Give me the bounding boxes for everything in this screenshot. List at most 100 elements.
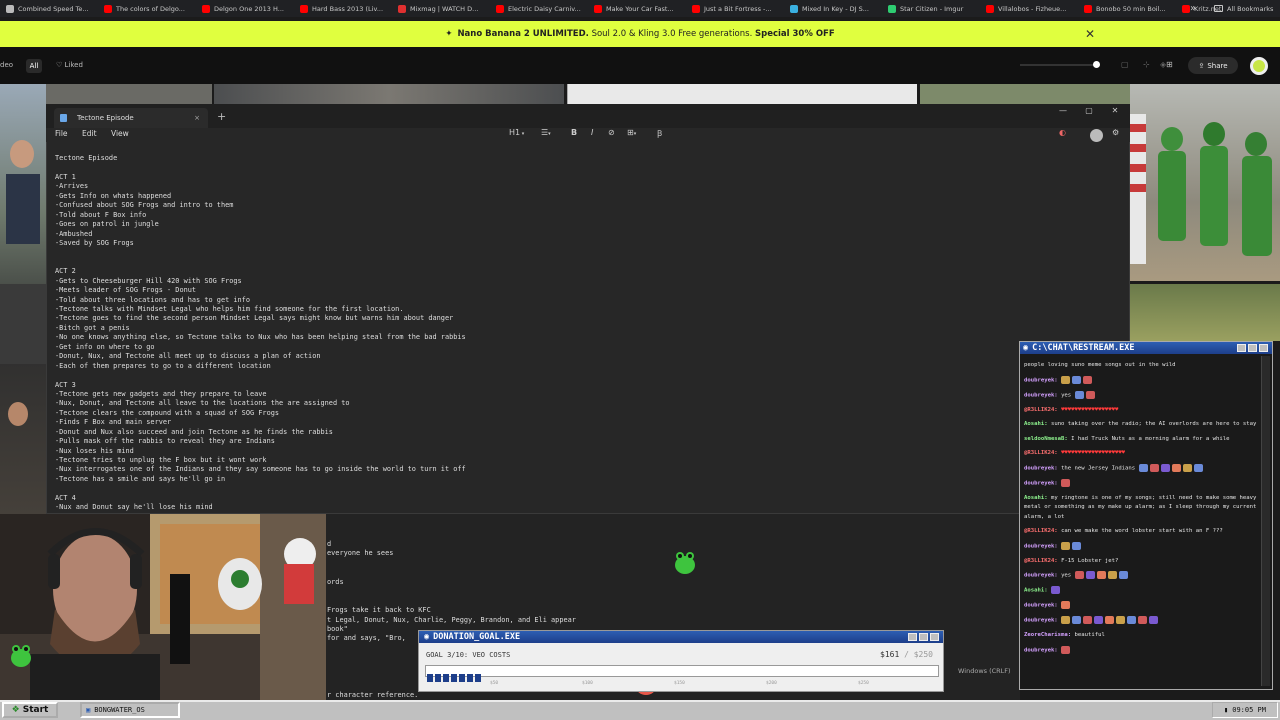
chat-username[interactable]: doubreyek: (1024, 392, 1058, 398)
menu-view[interactable]: View (111, 129, 129, 138)
progress-segment (467, 674, 473, 682)
chat-scrollbar[interactable] (1261, 356, 1270, 686)
clear-format-icon[interactable]: Ꞵ (657, 128, 662, 140)
filter-video-label[interactable]: deo (0, 61, 13, 69)
settings-gear-icon[interactable]: ⚙ (1112, 128, 1119, 140)
copilot-icon[interactable]: ◐ (1059, 128, 1066, 140)
chat-username[interactable]: doubreyek: (1024, 603, 1058, 609)
account-avatar[interactable] (1090, 129, 1103, 142)
avatar[interactable] (1250, 57, 1268, 75)
chat-message: doubreyek: yes (1024, 571, 1260, 581)
line-ending-status[interactable]: Windows (CRLF) (958, 667, 1011, 675)
chat-username[interactable]: doubreyek: (1024, 543, 1058, 549)
heading-dropdown[interactable]: H1 ▾ (509, 128, 524, 140)
donation-close-icon[interactable] (930, 633, 939, 641)
chat-message: @R3LLIK24: F-15 Lobster jet? (1024, 557, 1260, 567)
gallery-photo-1[interactable] (46, 84, 212, 104)
maximize-icon[interactable]: ▢ (1076, 104, 1102, 118)
square-view-icon[interactable]: ▢ (1121, 60, 1129, 69)
editor-line: -Tectone has a smile and says he'll go i… (55, 474, 226, 483)
filter-all-tab[interactable]: All (26, 59, 42, 73)
italic-icon[interactable]: I (591, 128, 593, 140)
chat-username[interactable]: @R3LLIK24: (1024, 450, 1058, 456)
close-icon[interactable]: ✕ (1102, 104, 1128, 118)
editor-line: -Nux and Donut say he'll lose his mind (55, 503, 213, 512)
gallery-photo-2[interactable] (214, 84, 564, 104)
emote-icon (1072, 541, 1082, 550)
bookmark-item[interactable]: Electric Daisy Carniv... (496, 0, 594, 17)
chat-username[interactable]: Aosahi: (1024, 588, 1048, 594)
gallery-photo-5[interactable] (1130, 284, 1280, 341)
chat-maximize-icon[interactable] (1248, 344, 1257, 352)
tab-close-icon[interactable]: × (194, 114, 200, 122)
notepad-tab[interactable]: Tectone Episode × (54, 108, 208, 128)
chat-close-icon[interactable] (1259, 344, 1268, 352)
chat-username[interactable]: ZeoreCharisma: (1024, 632, 1071, 638)
bookmark-item[interactable]: Delgon One 2013 H... (202, 0, 300, 17)
chat-username[interactable]: doubreyek: (1024, 465, 1058, 471)
bookmark-item[interactable]: Make Your Car Fast... (594, 0, 692, 17)
donation-goal-label: GOAL 3/10: VEO COSTS (426, 651, 511, 659)
menu-file[interactable]: File (55, 129, 68, 138)
gallery-photo-3[interactable] (567, 84, 917, 104)
emote-icon (1193, 463, 1203, 472)
chat-message: doubreyek: (1024, 541, 1260, 552)
chat-message: doubreyek: (1024, 478, 1260, 489)
bookmark-item[interactable]: Mixmag | WATCH D... (398, 0, 496, 17)
chat-username[interactable]: doubreyek: (1024, 647, 1058, 653)
donation-minimize-icon[interactable] (908, 633, 917, 641)
minimize-icon[interactable]: — (1050, 104, 1076, 118)
bookmark-item[interactable]: Villalobos - Fizheue... (986, 0, 1084, 17)
new-tab-button[interactable]: + (217, 110, 227, 124)
emote-icon (1094, 616, 1104, 624)
chat-username[interactable]: @R3LLIK24: (1024, 558, 1058, 564)
bookmarks-overflow-button[interactable]: » (1186, 0, 1200, 17)
gallery-photo-soldiers[interactable] (1130, 84, 1280, 281)
chat-username[interactable]: Aosahi: (1024, 421, 1048, 427)
emote-icon (1072, 375, 1082, 384)
chat-minimize-icon[interactable] (1237, 344, 1246, 352)
bookmark-item[interactable]: Star Citizen - Imgur (888, 0, 986, 17)
chat-username[interactable]: doubreyek: (1024, 573, 1058, 579)
link-icon[interactable]: ⊘ (608, 128, 615, 140)
bookmark-item[interactable]: The colors of Delgo... (104, 0, 202, 17)
progress-tick-label: $100 (582, 681, 593, 686)
share-button[interactable]: ⇪ Share (1188, 57, 1238, 74)
all-bookmarks-button[interactable]: All Bookmarks (1214, 0, 1280, 17)
chat-username[interactable]: doubreyek: (1024, 480, 1058, 486)
bookmark-item[interactable]: Mixed In Key - DJ S... (790, 0, 888, 17)
grid-icon[interactable]: ⊞ (1166, 60, 1173, 69)
zoom-slider-handle[interactable] (1093, 61, 1100, 68)
chat-username[interactable]: seldooNmesaB: (1024, 436, 1068, 442)
chat-text: the new Jersey Indians (1061, 465, 1136, 471)
editor-line: ACT 4 (55, 493, 76, 502)
start-button[interactable]: ❖ Start (2, 702, 58, 718)
editor-line: -Tectone talks with Mindset Legal who he… (55, 305, 404, 313)
donation-maximize-icon[interactable] (919, 633, 928, 641)
zoom-slider[interactable] (1020, 64, 1100, 66)
notepad-titlebar (46, 104, 1130, 128)
bookmark-item[interactable]: Hard Bass 2013 (Liv... (300, 0, 398, 17)
bookmark-item[interactable]: Combined Speed Te... (6, 0, 104, 17)
share-icon: ⇪ (1198, 61, 1205, 70)
chat-username[interactable]: doubreyek: (1024, 377, 1058, 383)
chat-username[interactable]: doubreyek: (1024, 618, 1058, 624)
bookmark-item[interactable]: Just a Bit Fortress -... (692, 0, 790, 17)
filter-liked-tab[interactable]: ♡ Liked (56, 61, 83, 69)
notepad-editor[interactable]: Tectone Episode ACT 1 -Arrives -Gets Info o… (55, 154, 755, 514)
taskbar-app-button[interactable]: ▣ BONGWATER_OS (80, 702, 180, 718)
menu-edit[interactable]: Edit (82, 129, 97, 138)
system-clock[interactable]: ▮ 09:05 PM (1212, 702, 1278, 718)
bold-icon[interactable]: B (571, 128, 577, 140)
promo-close-button[interactable]: ✕ (1083, 21, 1097, 47)
list-icon[interactable]: ☰▾ (541, 128, 551, 140)
chat-username[interactable]: @R3LLIK24: (1024, 407, 1058, 413)
bookmark-item[interactable]: Bonobo 50 min Boil... (1084, 0, 1182, 17)
gallery-photo-left[interactable] (0, 84, 46, 514)
chat-username[interactable]: Aosahi: (1024, 495, 1048, 501)
table-icon[interactable]: ⊞▾ (627, 128, 636, 140)
emote-icon (1107, 571, 1117, 579)
sliders-icon[interactable]: ⊹ (1143, 60, 1150, 69)
chat-username[interactable]: @R3LLIK24: (1024, 528, 1058, 534)
